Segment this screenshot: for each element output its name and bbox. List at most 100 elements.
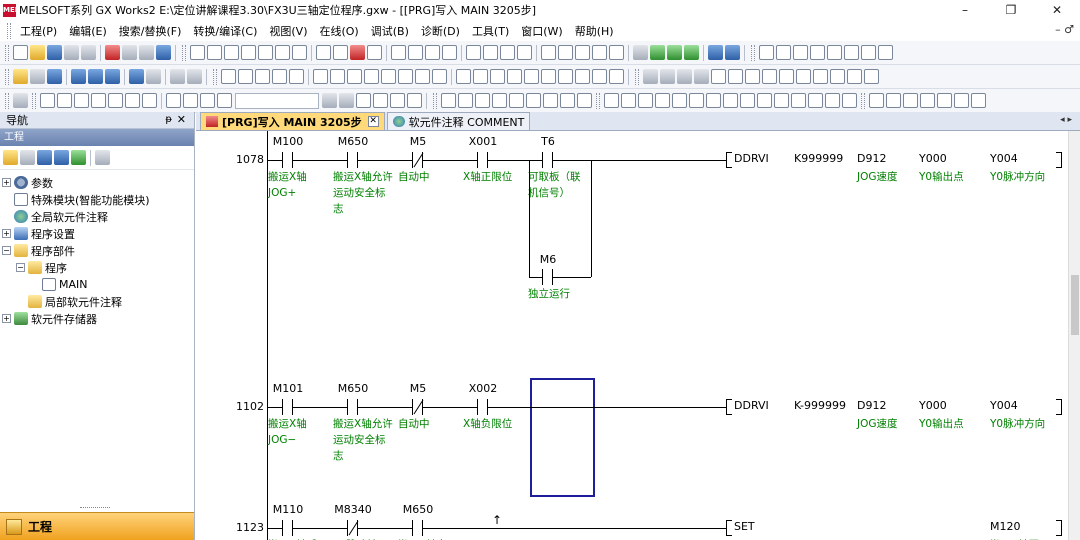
toolbar-button-icon[interactable]	[723, 93, 738, 108]
toolbar-button-icon[interactable]	[660, 69, 675, 84]
toolbar-grip[interactable]	[5, 92, 9, 109]
normally-open-contact[interactable]	[467, 399, 499, 415]
toolbar-button-icon[interactable]	[47, 69, 62, 84]
menu-view[interactable]: 视图(V)	[263, 23, 313, 39]
toolbar-button-icon[interactable]	[796, 69, 811, 84]
toolbar-button-icon[interactable]	[609, 45, 624, 60]
toolbar-grip[interactable]	[433, 92, 437, 109]
toolbar-button-icon[interactable]	[650, 45, 665, 60]
normally-open-contact[interactable]	[272, 152, 304, 168]
toolbar-button-icon[interactable]	[643, 69, 658, 84]
ladder-editor[interactable]: 1078 M100 搬运X轴JOG+ M650 搬运X轴允许运动安全标志 M5 自动中 X00…	[196, 131, 1068, 540]
tree-item[interactable]: 全局软元件注释	[0, 208, 194, 225]
toolbar-button-icon[interactable]	[30, 45, 45, 60]
toolbar-button-icon[interactable]	[492, 93, 507, 108]
toolbar-button-icon[interactable]	[762, 69, 777, 84]
toolbar-grip[interactable]	[861, 92, 865, 109]
toolbar-button-icon[interactable]	[861, 45, 876, 60]
toolbar-button-icon[interactable]	[425, 45, 440, 60]
normally-open-contact[interactable]	[272, 399, 304, 415]
toolbar-button-icon[interactable]	[473, 69, 488, 84]
expand-icon[interactable]: +	[2, 314, 11, 323]
toolbar-button-icon[interactable]	[217, 93, 232, 108]
toolbar-button-icon[interactable]	[708, 45, 723, 60]
toolbar-button-icon[interactable]	[81, 45, 96, 60]
toolbar-button-icon[interactable]	[330, 69, 345, 84]
toolbar-grip[interactable]	[213, 68, 217, 85]
normally-open-contact[interactable]	[532, 269, 564, 285]
toolbar-button-icon[interactable]	[105, 69, 120, 84]
toolbar-button-icon[interactable]	[88, 69, 103, 84]
tree-item[interactable]: + 参数	[0, 174, 194, 191]
toolbar-button-icon[interactable]	[524, 69, 539, 84]
toolbar-button-icon[interactable]	[954, 93, 969, 108]
toolbar-button-icon[interactable]	[442, 45, 457, 60]
toolbar-button-icon[interactable]	[415, 69, 430, 84]
toolbar-button-icon[interactable]	[810, 45, 825, 60]
toolbar-button-icon[interactable]	[258, 45, 273, 60]
data-list-icon[interactable]	[37, 150, 52, 165]
toolbar-button-icon[interactable]	[466, 45, 481, 60]
toolbar-button-icon[interactable]	[672, 93, 687, 108]
toolbar-button-icon[interactable]	[456, 69, 471, 84]
toolbar-button-icon[interactable]	[108, 93, 123, 108]
toolbar-button-icon[interactable]	[830, 69, 845, 84]
normally-open-contact[interactable]	[402, 520, 434, 536]
menu-online[interactable]: 在线(O)	[313, 23, 364, 39]
toolbar-button-icon[interactable]	[791, 93, 806, 108]
toolbar-button-icon[interactable]	[40, 93, 55, 108]
toolbar-button-icon[interactable]	[558, 69, 573, 84]
toolbar-button-icon[interactable]	[122, 45, 137, 60]
tree-item[interactable]: MAIN	[0, 276, 194, 293]
toolbar-button-icon[interactable]	[609, 69, 624, 84]
menu-grip[interactable]	[7, 22, 11, 39]
toolbar-button-icon[interactable]	[517, 45, 532, 60]
menu-window[interactable]: 窗口(W)	[515, 23, 568, 39]
minimize-button[interactable]: –	[942, 0, 988, 20]
toolbar-button-icon[interactable]	[774, 93, 789, 108]
normally-closed-contact[interactable]	[337, 520, 369, 536]
toolbar-button-icon[interactable]	[289, 69, 304, 84]
toolbar-button-icon[interactable]	[316, 45, 331, 60]
toolbar-button-icon[interactable]	[560, 93, 575, 108]
toolbar-button-icon[interactable]	[391, 45, 406, 60]
tree-item[interactable]: 特殊模块(智能功能模块)	[0, 191, 194, 208]
toolbar-button-icon[interactable]	[390, 93, 405, 108]
toolbar-button-icon[interactable]	[356, 93, 371, 108]
close-button[interactable]: ✕	[1034, 0, 1080, 20]
toolbar-button-icon[interactable]	[57, 93, 72, 108]
toolbar-button-icon[interactable]	[543, 93, 558, 108]
toolbar-button-icon[interactable]	[541, 69, 556, 84]
toolbar-button-icon[interactable]	[13, 69, 28, 84]
toolbar-button-icon[interactable]	[458, 93, 473, 108]
toolbar-button-icon[interactable]	[432, 69, 447, 84]
toolbar-button-icon[interactable]	[142, 93, 157, 108]
menu-tool[interactable]: 工具(T)	[466, 23, 515, 39]
toolbar-button-icon[interactable]	[13, 45, 28, 60]
toolbar-button-icon[interactable]	[129, 69, 144, 84]
tree-item[interactable]: − 程序部件	[0, 242, 194, 259]
toolbar-button-icon[interactable]	[633, 45, 648, 60]
toolbar-button-icon[interactable]	[64, 45, 79, 60]
menu-find-replace[interactable]: 搜索/替换(F)	[113, 23, 188, 39]
toolbar-button-icon[interactable]	[684, 45, 699, 60]
expand-icon[interactable]: +	[2, 178, 11, 187]
toolbar-button-icon[interactable]	[575, 69, 590, 84]
toolbar-button-icon[interactable]	[339, 93, 354, 108]
toolbar-button-icon[interactable]	[224, 45, 239, 60]
menu-convert-compile[interactable]: 转换/编译(C)	[187, 23, 263, 39]
toolbar-button-icon[interactable]	[779, 69, 794, 84]
toolbar-button-icon[interactable]	[322, 93, 337, 108]
toolbar-button-icon[interactable]	[740, 93, 755, 108]
toolbar-button-icon[interactable]	[507, 69, 522, 84]
toolbar-button-icon[interactable]	[825, 93, 840, 108]
toolbar-button-icon[interactable]	[711, 69, 726, 84]
normally-closed-contact[interactable]	[402, 399, 434, 415]
toolbar-button-icon[interactable]	[706, 93, 721, 108]
toolbar-button-icon[interactable]	[373, 93, 388, 108]
toolbar-grip[interactable]	[635, 68, 639, 85]
toolbar-button-icon[interactable]	[725, 45, 740, 60]
toolbar-button-icon[interactable]	[490, 69, 505, 84]
splitter-grip[interactable]	[80, 507, 110, 510]
toolbar-button-icon[interactable]	[667, 45, 682, 60]
